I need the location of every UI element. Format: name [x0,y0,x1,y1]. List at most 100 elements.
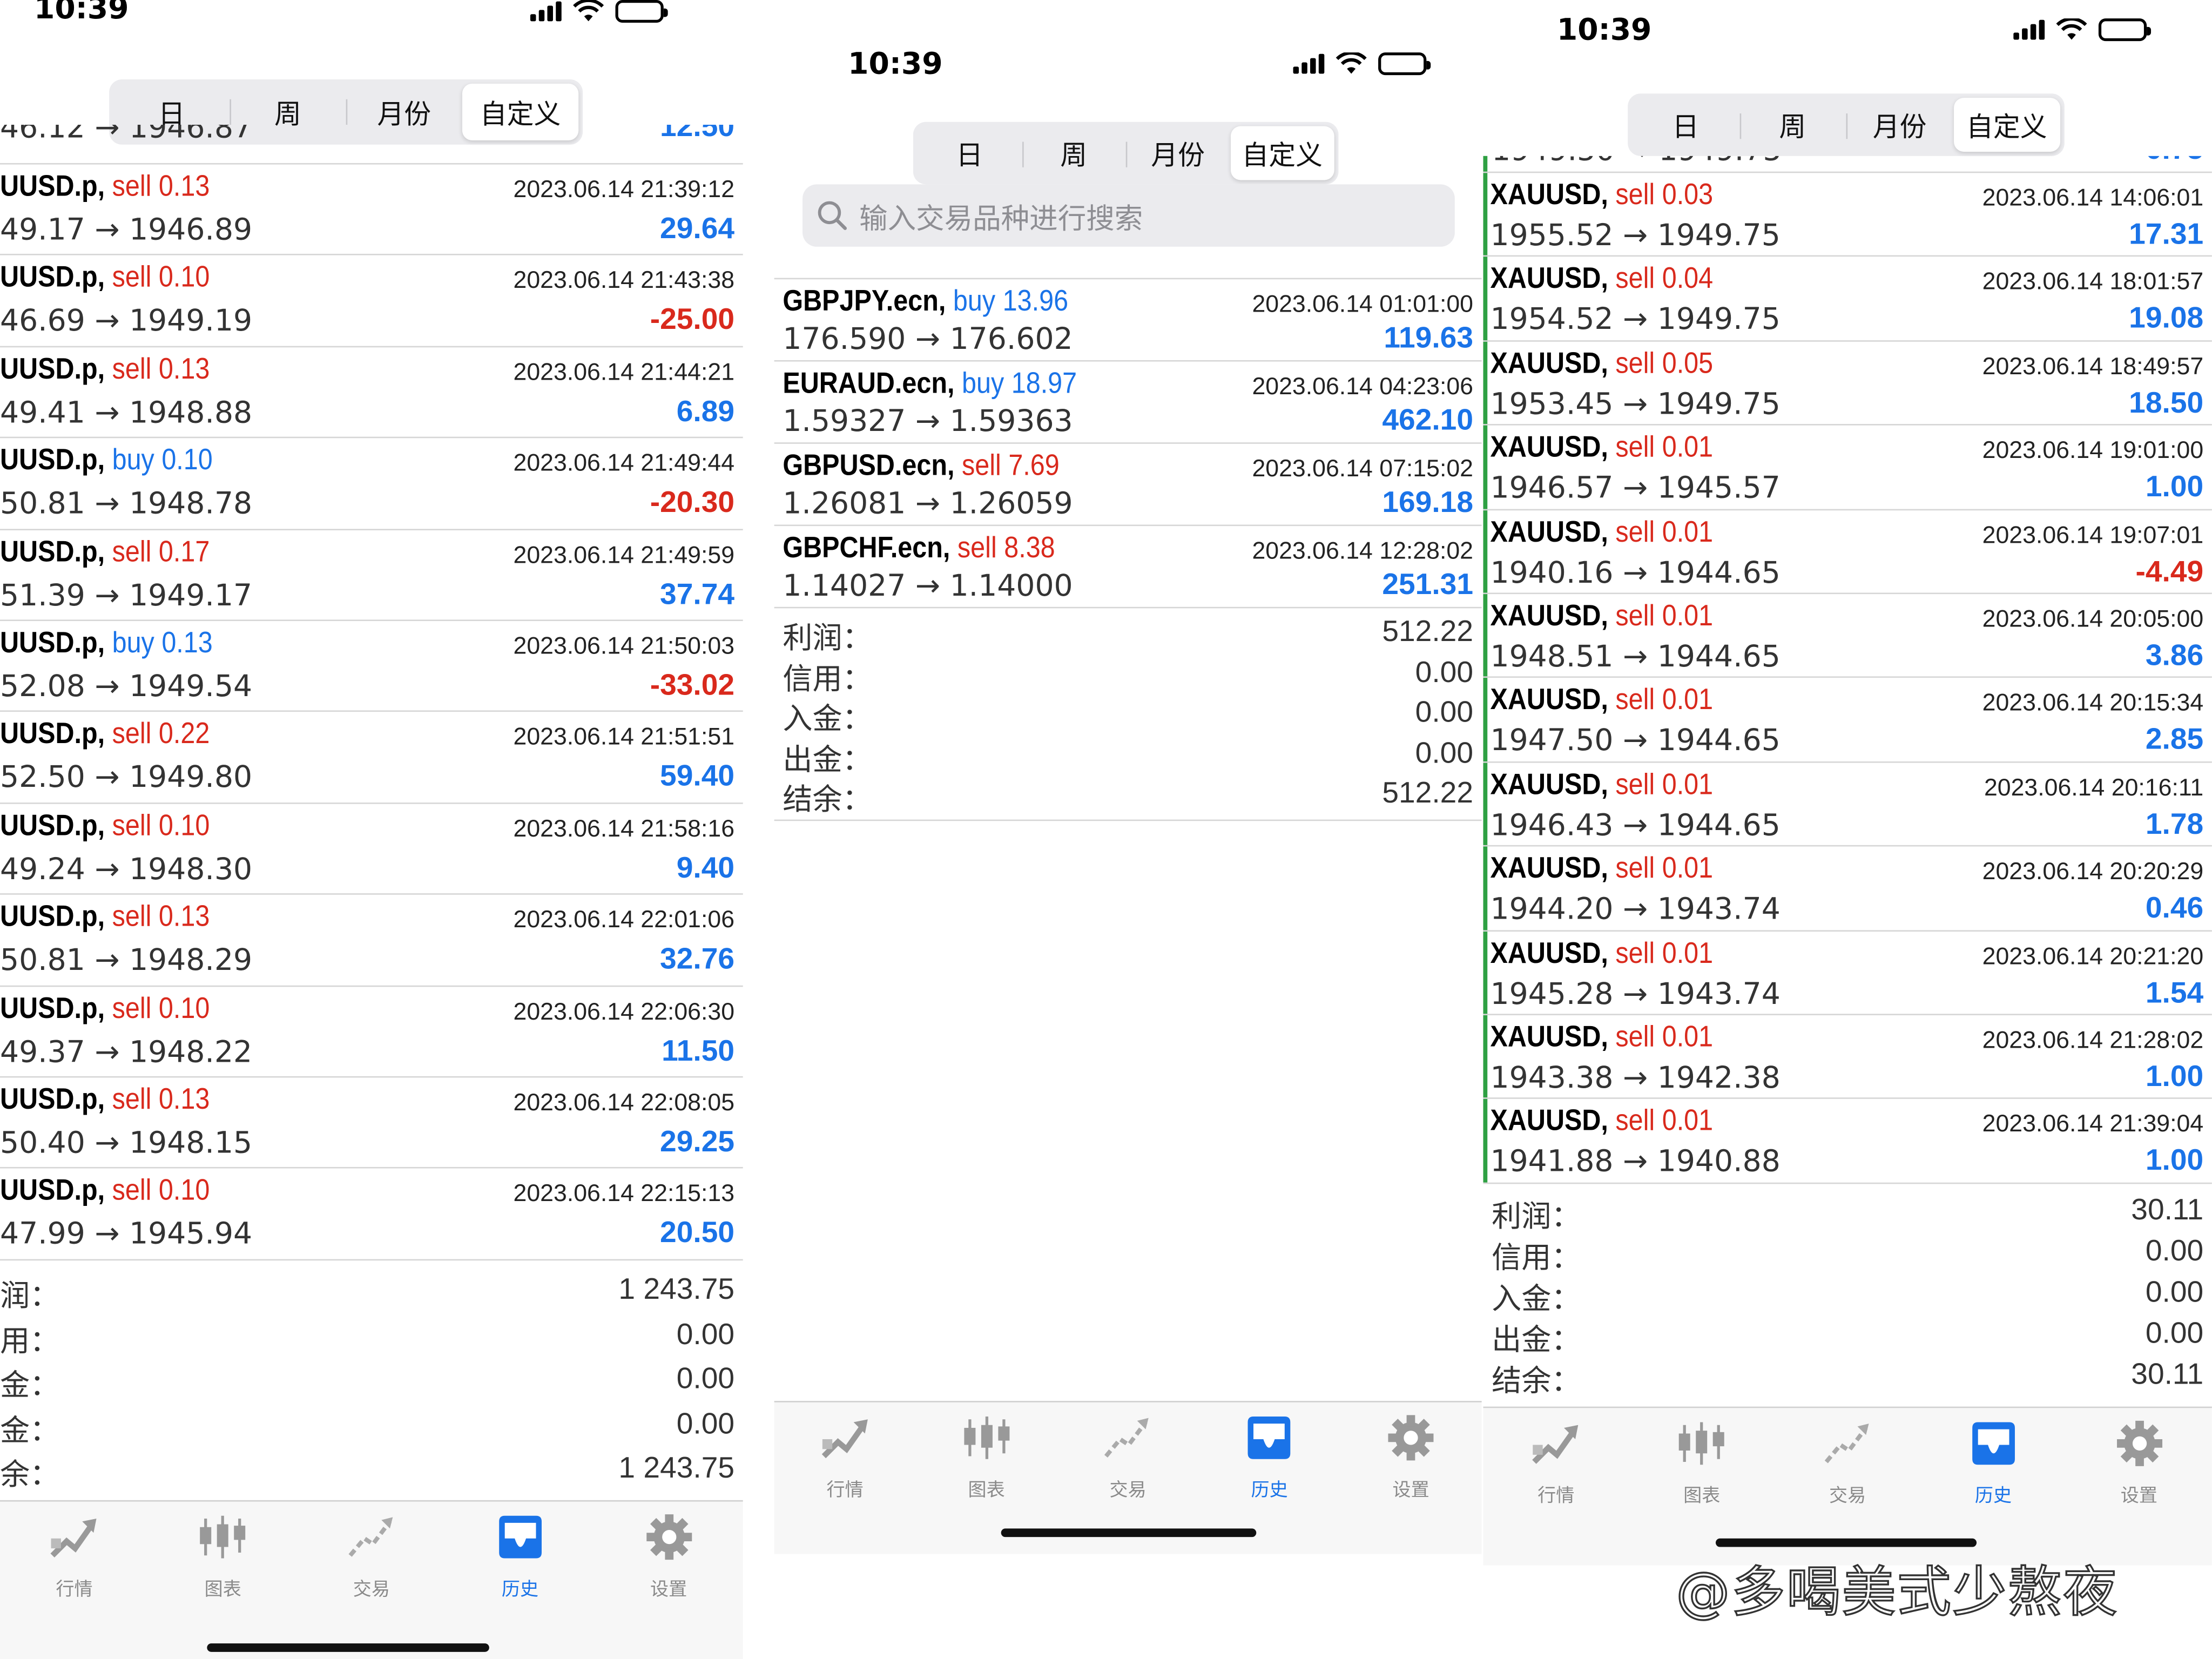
row-symbol: UUSD.p, sell 0.13 [0,1083,210,1117]
history-row[interactable]: XAUUSD, sell 0.03 2023.06.14 14:06:01 1955… [1483,173,2212,258]
history-row[interactable]: UUSD.p, sell 0.13 2023.06.14 22:08:05 50.4… [0,1077,743,1169]
history-row[interactable]: XAUUSD, sell 0.01 2023.06.14 20:20:29 1944… [1483,847,2212,931]
trade-side: sell [1615,347,1655,380]
segment-day[interactable]: 日 [1632,98,1739,152]
summary-value: 0.00 [1415,696,1473,729]
history-row[interactable]: UUSD.p, sell 0.10 2023.06.14 22:06:30 49.3… [0,986,743,1078]
segment-month[interactable]: 月份 [1846,98,1953,152]
tab-quotes[interactable]: 行情 [0,1502,149,1659]
history-row[interactable]: UUSD.p, sell 0.10 2023.06.14 22:15:13 47.9… [0,1169,743,1260]
row-symbol: XAUUSD, sell 0.01 [1491,768,1714,802]
history-row[interactable]: UUSD.p, buy 0.13 2023.06.14 21:50:03 52.08… [0,621,743,712]
trade-side: sell [1615,1105,1655,1138]
history-row[interactable]: UUSD.p, buy 0.10 2023.06.14 21:49:44 50.81… [0,439,743,530]
row-time: 2023.06.14 12:28:02 [1252,537,1473,564]
history-row-partial[interactable]: 1949.50 → 1949.75 0.75 [1483,156,2212,173]
tab-history[interactable]: 历史 [446,1502,594,1659]
summary-label: 金： [0,1413,60,1447]
tab-settings[interactable]: 设置 [595,1502,743,1659]
trade-volume: 0.03 [1662,178,1714,212]
trade-side: sell [1615,684,1655,717]
row-profit: 1.00 [2145,471,2204,504]
history-row[interactable]: UUSD.p, sell 0.13 2023.06.14 21:39:12 49.1… [0,165,743,256]
trade-volume: 18.97 [1011,367,1077,400]
summary-row: 利润： 30.11 [1483,1194,2212,1235]
summary-value: 0.00 [2145,1235,2204,1268]
history-row[interactable]: XAUUSD, sell 0.01 2023.06.14 19:07:01 1940… [1483,510,2212,595]
history-row[interactable]: XAUUSD, sell 0.04 2023.06.14 18:01:57 1954… [1483,257,2212,342]
trade-volume: 7.69 [1008,449,1060,482]
tab-charts[interactable]: 图表 [149,1502,297,1659]
row-time: 2023.06.14 20:05:00 [1982,605,2204,632]
history-row[interactable]: GBPJPY.ecn, buy 13.96 2023.06.14 01:01:00… [774,279,1482,362]
history-row[interactable]: XAUUSD, sell 0.01 2023.06.14 20:15:34 1947… [1483,678,2212,763]
history-row[interactable]: UUSD.p, sell 0.13 2023.06.14 21:44:21 49.4… [0,347,743,439]
row-prices: 49.24 → 1948.30 [0,852,253,886]
row-prices: 46.69 → 1949.19 [0,304,253,338]
trade-side: sell [1615,262,1655,296]
trade-side: buy [953,285,996,318]
segment-custom[interactable]: 自定义 [1230,126,1334,180]
row-time: 2023.06.14 21:58:16 [513,815,735,842]
segment-day[interactable]: 日 [918,126,1022,180]
status-icons [2013,18,2152,42]
segment-week[interactable]: 周 [1021,126,1126,180]
quotes-arrow-icon [48,1513,102,1568]
history-row[interactable]: XAUUSD, sell 0.01 2023.06.14 21:28:02 1943… [1483,1015,2212,1100]
row-symbol: GBPCHF.ecn, sell 8.38 [783,532,1055,566]
row-profit: -25.00 [650,304,735,337]
tab-settings[interactable]: 设置 [2066,1408,2212,1565]
history-row[interactable]: XAUUSD, sell 0.01 2023.06.14 21:39:04 1941… [1483,1100,2212,1184]
search-placeholder: 输入交易品种进行搜索 [859,200,1143,235]
history-row[interactable]: UUSD.p, sell 0.22 2023.06.14 21:51:51 52.5… [0,712,743,804]
row-symbol: XAUUSD, sell 0.01 [1491,852,1714,886]
row-prices: 49.41 → 1948.88 [0,395,253,429]
row-profit: 1.00 [2145,1060,2204,1094]
history-row[interactable]: UUSD.p, sell 0.13 2023.06.14 22:01:06 50.8… [0,895,743,987]
row-time: 2023.06.14 22:06:30 [513,997,735,1025]
history-row[interactable]: UUSD.p, sell 0.17 2023.06.14 21:49:59 51.3… [0,530,743,621]
row-profit: 11.50 [662,1034,735,1067]
tab-settings[interactable]: 设置 [1340,1402,1482,1554]
row-profit: 0.75 [2146,156,2203,167]
summary-row: 金： 0.00 [0,1363,743,1407]
symbol-search-input[interactable]: 输入交易品种进行搜索 [802,184,1455,247]
segment-custom[interactable]: 自定义 [1953,98,2060,152]
segment-week[interactable]: 周 [1739,98,1846,152]
row-prices: 1947.50 → 1944.65 [1490,723,1781,758]
home-indicator [1715,1538,1977,1547]
row-symbol: UUSD.p, sell 0.22 [0,718,210,752]
tab-label: 交易 [1829,1486,1866,1508]
tab-trade[interactable]: 交易 [297,1502,446,1659]
row-prices: 1954.52 → 1949.75 [1490,302,1781,337]
history-row[interactable]: XAUUSD, sell 0.01 2023.06.14 20:21:20 1945… [1483,931,2212,1015]
wifi-icon [2056,18,2087,40]
row-prices: 1945.28 → 1943.74 [1490,976,1781,1010]
segment-month[interactable]: 月份 [1125,126,1230,180]
history-row[interactable]: UUSD.p, sell 0.10 2023.06.14 21:58:16 49.2… [0,804,743,895]
history-row-partial[interactable]: 46.12 → 1946.87 12.50 [0,125,743,165]
tab-quotes[interactable]: 行情 [774,1402,916,1554]
status-time: 10:39 [1556,12,1652,47]
symbol-name: UUSD.p, [0,809,105,842]
row-time: 2023.06.14 19:01:00 [1982,437,2204,464]
trade-volume: 0.05 [1662,347,1714,380]
row-prices: 1.26081 → 1.26059 [783,486,1073,521]
history-row[interactable]: EURAUD.ecn, buy 18.97 2023.06.14 04:23:06… [774,362,1482,444]
row-symbol: XAUUSD, sell 0.01 [1491,516,1714,550]
summary-value: 1 243.75 [618,1273,735,1306]
history-row[interactable]: UUSD.p, sell 0.10 2023.06.14 21:43:38 46.6… [0,256,743,347]
history-row[interactable]: XAUUSD, sell 0.05 2023.06.14 18:49:57 1953… [1483,341,2212,426]
trade-volume: 0.04 [1662,262,1714,296]
history-row[interactable]: XAUUSD, sell 0.01 2023.06.14 19:01:00 1946… [1483,426,2212,510]
tab-quotes[interactable]: 行情 [1483,1408,1629,1565]
history-row[interactable]: GBPUSD.ecn, sell 7.69 2023.06.14 07:15:02… [774,444,1482,527]
battery-icon [615,0,668,23]
summary-label: 余： [0,1458,60,1492]
history-row[interactable]: XAUUSD, sell 0.01 2023.06.14 20:05:00 1948… [1483,594,2212,678]
summary-row: 利润： 512.22 [774,616,1482,656]
row-prices: 52.08 → 1949.54 [0,669,253,704]
history-row[interactable]: XAUUSD, sell 0.01 2023.06.14 20:16:11 1946… [1483,763,2212,847]
row-profit: 2.85 [2145,723,2204,757]
history-row[interactable]: GBPCHF.ecn, sell 8.38 2023.06.14 12:28:02… [774,526,1482,609]
